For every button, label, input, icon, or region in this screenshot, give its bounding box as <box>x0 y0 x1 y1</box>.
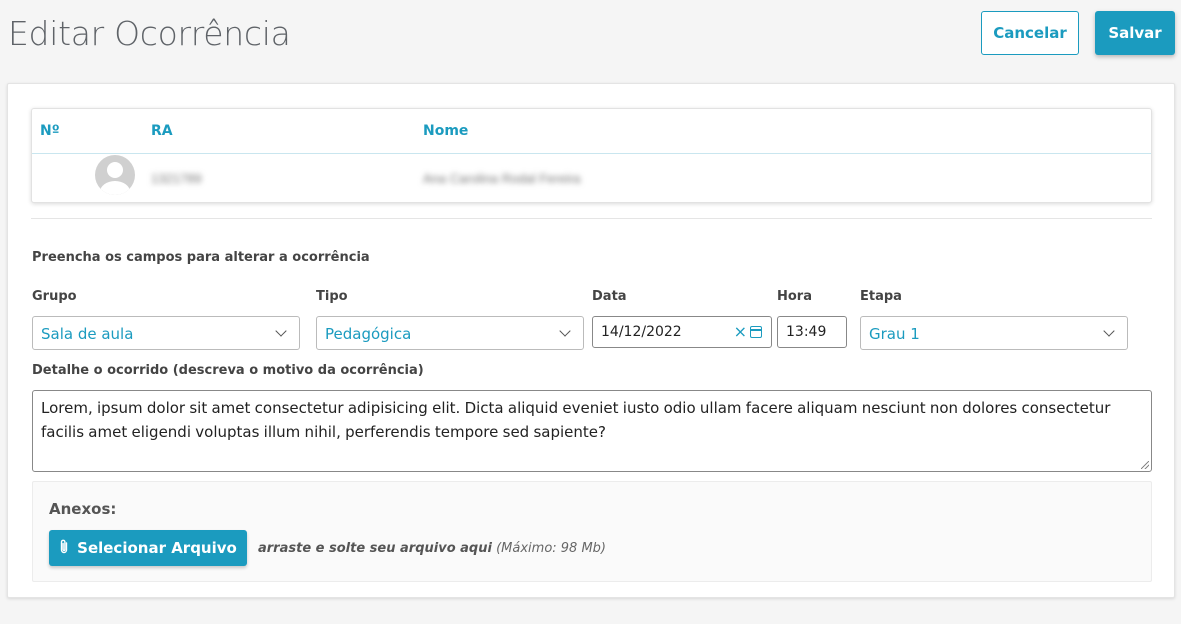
resize-handle-icon[interactable] <box>1141 461 1149 469</box>
data-input[interactable]: 14/12/2022 × <box>592 316 772 348</box>
save-button[interactable]: Salvar <box>1095 11 1175 55</box>
chevron-down-icon <box>1103 325 1115 337</box>
attachments-section: Anexos: Selecionar Arquivo arraste e sol… <box>32 481 1152 582</box>
avatar-placeholder-icon <box>95 155 135 195</box>
student-table: Nº RA Nome 1321789 Ana Carolina Rodal Fe… <box>31 108 1152 203</box>
data-label: Data <box>592 289 627 304</box>
select-file-label: Selecionar Arquivo <box>77 539 237 557</box>
tipo-select[interactable]: Pedagógica <box>316 316 584 350</box>
hora-label: Hora <box>777 289 812 304</box>
clear-icon[interactable]: × <box>734 322 747 341</box>
detalhe-value: Lorem, ipsum dolor sit amet consectetur … <box>41 399 1111 441</box>
max-size-text: (Máximo: 98 Mb) <box>496 541 606 556</box>
paperclip-icon <box>59 539 69 558</box>
column-header-ra[interactable]: RA <box>151 123 173 139</box>
attachments-title: Anexos: <box>49 500 117 518</box>
page-title: Editar Ocorrência <box>8 14 291 53</box>
tipo-label: Tipo <box>316 289 348 304</box>
etapa-select[interactable]: Grau 1 <box>860 316 1128 350</box>
row-nome: Ana Carolina Rodal Fereira <box>423 171 581 186</box>
data-value: 14/12/2022 <box>601 324 682 340</box>
cancel-button[interactable]: Cancelar <box>981 11 1079 55</box>
hora-value: 13:49 <box>786 324 827 340</box>
form-instructions: Preencha os campos para alterar a ocorrê… <box>32 250 370 265</box>
etapa-label: Etapa <box>860 289 902 304</box>
drop-zone-hint[interactable]: arraste e solte seu arquivo aqui (Máximo… <box>258 541 606 556</box>
grupo-select[interactable]: Sala de aula <box>32 316 300 350</box>
hora-input[interactable]: 13:49 <box>777 316 847 348</box>
drop-hint-text: arraste e solte seu arquivo aqui <box>258 541 492 556</box>
column-header-nome[interactable]: Nome <box>423 123 468 139</box>
column-header-num[interactable]: Nº <box>40 123 60 139</box>
section-divider <box>31 218 1152 219</box>
table-header-divider <box>32 153 1151 154</box>
etapa-value: Grau 1 <box>869 325 920 343</box>
detalhe-label: Detalhe o ocorrido (descreva o motivo da… <box>32 363 424 378</box>
select-file-button[interactable]: Selecionar Arquivo <box>49 530 247 566</box>
row-ra: 1321789 <box>151 171 202 186</box>
grupo-value: Sala de aula <box>41 325 134 343</box>
detalhe-textarea[interactable]: Lorem, ipsum dolor sit amet consectetur … <box>32 390 1152 472</box>
tipo-value: Pedagógica <box>325 325 412 343</box>
calendar-icon[interactable] <box>750 326 762 338</box>
chevron-down-icon <box>559 325 571 337</box>
grupo-label: Grupo <box>32 289 77 304</box>
chevron-down-icon <box>275 325 287 337</box>
edit-card: Nº RA Nome 1321789 Ana Carolina Rodal Fe… <box>7 83 1175 598</box>
